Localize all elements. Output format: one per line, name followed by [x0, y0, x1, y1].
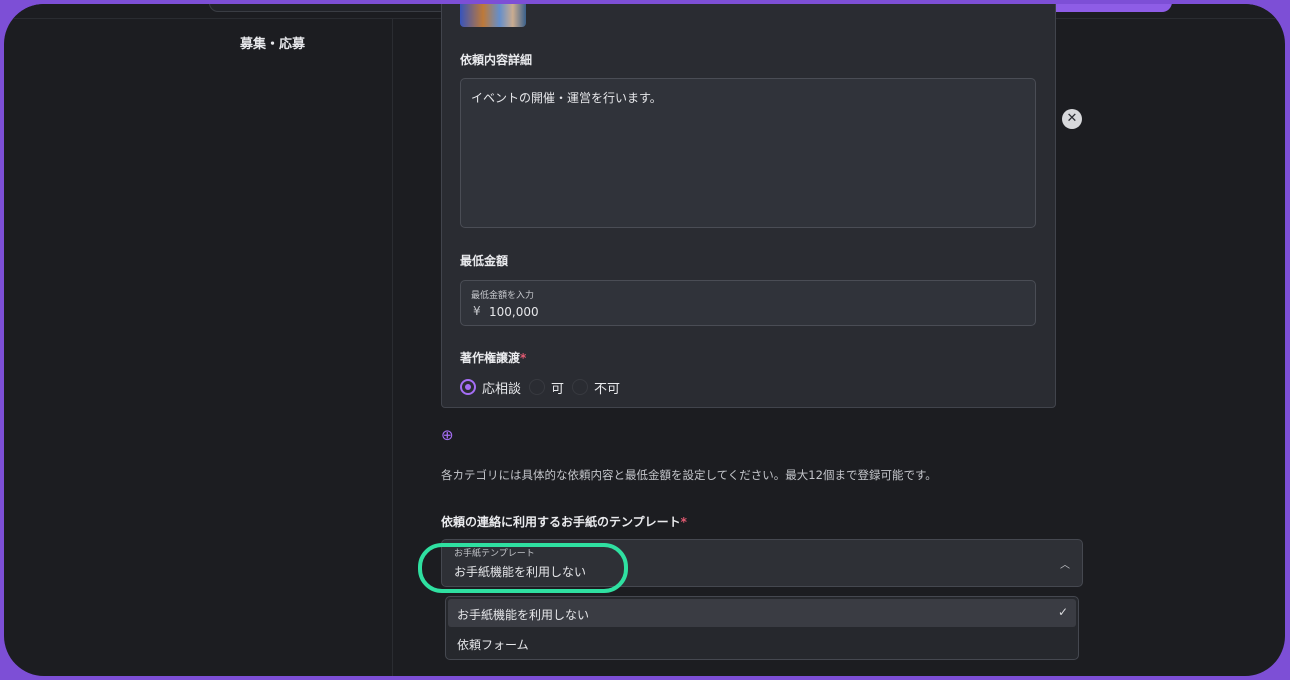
detail-textarea[interactable]: イベントの開催・運営を行います。 [460, 78, 1036, 228]
copyright-radio-group: 応相談 可 不可 [460, 377, 628, 397]
template-label: 依頼の連絡に利用するお手紙のテンプレート* [441, 513, 687, 530]
min-price-value: 100,000 [489, 305, 539, 319]
radio-allowed-label[interactable]: 可 [551, 378, 564, 397]
detail-label: 依頼内容詳細 [460, 53, 533, 67]
template-label-text: 依頼の連絡に利用するお手紙のテンプレート [441, 515, 681, 529]
app-frame: 募集・応募 依頼内容詳細 イベントの開催・運営を行います。 最低金額 最低金額を… [4, 4, 1285, 676]
menu-option-label: 依頼フォーム [457, 638, 529, 652]
required-mark: * [680, 515, 687, 529]
plus-circle-icon[interactable]: ⊕ [441, 427, 457, 443]
min-price-input-label: 最低金額を入力 [471, 291, 535, 301]
menu-option-label: お手紙機能を利用しない [457, 608, 590, 622]
chevron-up-icon: ︿ [1060, 560, 1070, 571]
copyright-label: 著作権譲渡* [460, 349, 526, 366]
radio-negotiable[interactable] [460, 379, 476, 395]
check-icon: ✓ [1057, 605, 1068, 619]
category-card: 依頼内容詳細 イベントの開催・運営を行います。 最低金額 最低金額を入力 ¥ 1… [441, 4, 1056, 408]
min-price-label: 最低金額 [460, 254, 509, 268]
sidebar-divider [392, 18, 393, 676]
min-price-field[interactable]: 最低金額を入力 ¥ 100,000 [460, 280, 1036, 326]
sidebar-item-recruit[interactable]: 募集・応募 [240, 33, 305, 52]
top-action-button[interactable] [1044, 4, 1172, 12]
copyright-label-text: 著作権譲渡 [460, 351, 521, 365]
radio-not-allowed-label[interactable]: 不可 [594, 378, 620, 397]
close-icon[interactable]: ✕ [1062, 109, 1082, 129]
menu-option-no-letter[interactable]: お手紙機能を利用しない ✓ [448, 599, 1076, 627]
category-thumbnail [460, 4, 526, 27]
radio-negotiable-label[interactable]: 応相談 [482, 378, 521, 397]
menu-option-request-form[interactable]: 依頼フォーム [448, 629, 1076, 657]
required-mark: * [520, 351, 527, 365]
radio-allowed[interactable] [529, 379, 546, 395]
template-dropdown-menu: お手紙機能を利用しない ✓ 依頼フォーム [445, 596, 1079, 660]
radio-not-allowed[interactable] [572, 379, 589, 395]
focus-highlight-ring [418, 543, 628, 593]
yen-icon: ¥ [473, 304, 481, 318]
help-text: 各カテゴリには具体的な依頼内容と最低金額を設定してください。最大12個まで登録可… [441, 468, 937, 482]
